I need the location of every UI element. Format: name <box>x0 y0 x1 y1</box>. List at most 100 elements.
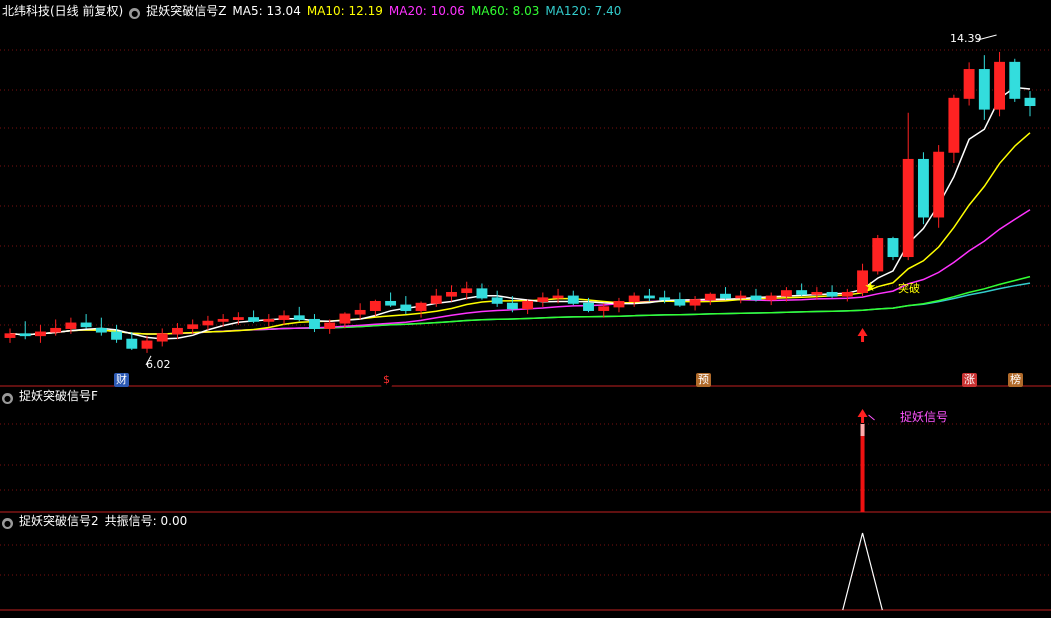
candle-body <box>765 295 777 301</box>
candle-body <box>35 331 46 337</box>
resonance-value: 共振信号: 0.00 <box>104 514 188 528</box>
candle-body <box>141 340 153 349</box>
candle-body <box>293 315 305 320</box>
breakout-label: 突破 <box>898 282 920 295</box>
candle-body <box>598 306 610 311</box>
candle-body <box>537 297 549 302</box>
candle-body <box>4 333 16 338</box>
candle-body <box>476 288 488 299</box>
ma5-label: MA5: 13.04 <box>232 4 301 18</box>
indicator-toggle-icon[interactable]: ● <box>2 393 13 404</box>
demon-signal-label: 捉妖信号 <box>900 410 949 424</box>
ma60-line <box>9 275 1031 336</box>
candle-body <box>19 333 31 337</box>
candle-body <box>674 299 686 306</box>
stock-title: 北纬科技(日线 前复权) <box>2 4 124 18</box>
candle-body <box>780 290 792 297</box>
signal-bar-cap <box>860 424 865 436</box>
candle-body <box>567 295 579 304</box>
candle-body <box>415 302 427 311</box>
candle-body <box>841 291 853 297</box>
candle-body <box>643 295 655 299</box>
finance-badge[interactable]: 财 <box>114 373 129 387</box>
candle-body <box>339 313 351 324</box>
candle-body <box>689 299 701 306</box>
candle-body <box>552 295 564 299</box>
candle-body <box>95 327 107 333</box>
panel3-header: ● 捉妖突破信号2 共振信号: 0.00 <box>2 511 193 531</box>
signal-arrow-icon <box>857 409 868 423</box>
candle-body <box>826 291 838 297</box>
candle-body <box>902 158 914 258</box>
candle-body <box>400 304 412 311</box>
ranking-badge[interactable]: 榜 <box>1008 373 1023 387</box>
candle-body <box>263 318 275 322</box>
high-price-label: 14.39 <box>950 32 982 45</box>
ma10-line <box>9 132 1031 336</box>
candle-body <box>126 338 138 349</box>
ma120-label: MA120: 7.40 <box>545 4 622 18</box>
candle-body <box>872 238 884 272</box>
candle-body <box>720 293 731 299</box>
up-arrow-icon <box>857 328 868 342</box>
candle-body <box>446 291 457 297</box>
candle-body <box>628 295 640 302</box>
indicator-name[interactable]: 捉妖突破信号2 <box>19 514 99 528</box>
candle-body <box>933 151 945 218</box>
candle-body <box>506 302 518 310</box>
candle-body <box>50 327 62 333</box>
forecast-badge[interactable]: 预 <box>696 373 711 387</box>
limit-up-badge[interactable]: 涨 <box>962 373 977 387</box>
candle-body <box>354 309 366 315</box>
candle-body <box>232 317 244 320</box>
candle-body <box>187 324 199 329</box>
candle-body <box>583 302 594 311</box>
candle-body <box>278 315 290 320</box>
candle-body <box>887 238 899 258</box>
candle-body <box>111 331 123 340</box>
candle-body <box>994 61 1006 110</box>
candle-body <box>1009 61 1021 99</box>
candle-body <box>522 300 534 310</box>
candle-body <box>917 158 929 218</box>
candle-body <box>735 295 747 299</box>
candle-body <box>202 320 214 326</box>
candle-body <box>461 288 473 293</box>
candle-body <box>491 297 503 304</box>
signal-pointer <box>868 414 875 421</box>
candle-body <box>65 322 77 329</box>
indicator-toggle-icon[interactable]: ● <box>2 518 13 529</box>
candle-body <box>430 295 442 304</box>
ma20-label: MA20: 10.06 <box>388 4 465 18</box>
candle-body <box>309 318 320 329</box>
candle-body <box>80 322 92 328</box>
candle-body <box>811 291 823 295</box>
low-price-label: 6.02 <box>146 358 171 371</box>
candle-body <box>978 69 990 110</box>
candle-body <box>156 333 168 342</box>
candle-body <box>248 317 260 322</box>
candle-body <box>369 300 381 311</box>
star-icon: ★ <box>865 280 877 295</box>
signal-bar <box>860 424 865 512</box>
indicator-toggle-icon[interactable]: ● <box>129 8 141 19</box>
candle-body <box>948 97 960 153</box>
candle-body <box>324 322 336 329</box>
panel1-header: 北纬科技(日线 前复权) ● 捉妖突破信号Z MA5: 13.04 MA10: 12.1… <box>2 1 627 21</box>
candle-body <box>1024 97 1036 107</box>
candle-body <box>750 295 762 301</box>
ma60-label: MA60: 8.03 <box>470 4 540 18</box>
candle-body <box>704 293 716 301</box>
candle-body <box>613 300 625 308</box>
candle-body <box>217 318 229 322</box>
dollar-badge[interactable]: $ <box>381 373 392 387</box>
ma20-line <box>9 209 1031 336</box>
panel2-header: ● 捉妖突破信号F <box>2 386 104 406</box>
candle-body <box>659 297 671 301</box>
candle-body <box>172 327 183 335</box>
candle-body <box>796 290 808 295</box>
indicator-name[interactable]: 捉妖突破信号F <box>19 389 98 403</box>
candle-body <box>963 69 975 99</box>
indicator-name[interactable]: 捉妖突破信号Z <box>146 4 226 18</box>
ma10-label: MA10: 12.19 <box>306 4 383 18</box>
